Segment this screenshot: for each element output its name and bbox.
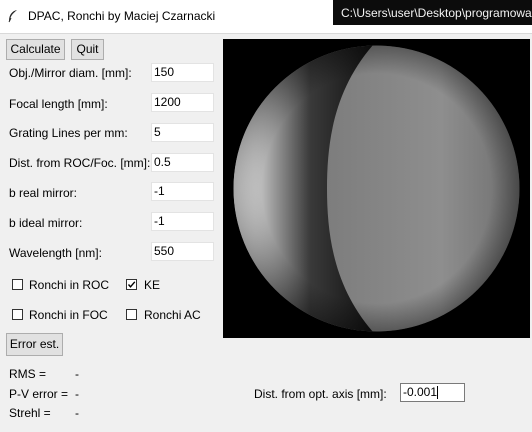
ronchi-roc-label: Ronchi in ROC <box>29 278 110 292</box>
error-estimate-button[interactable]: Error est. <box>6 333 63 356</box>
grating-lines-label: Grating Lines per mm: <box>9 126 128 140</box>
mirror-diameter-input[interactable]: 150 <box>151 63 214 82</box>
axis-distance-value: -0.001 <box>403 385 438 399</box>
ronchi-ac-checkbox[interactable] <box>126 309 137 320</box>
ronchigram-image <box>223 39 530 338</box>
ke-label: KE <box>144 278 161 292</box>
focal-length-input[interactable]: 1200 <box>151 93 214 112</box>
text-caret <box>437 386 439 400</box>
ronchigram-canvas <box>223 39 530 338</box>
pv-error-value: - <box>75 387 79 401</box>
roc-distance-input[interactable]: 0.5 <box>151 153 214 172</box>
strehl-label: Strehl = <box>9 406 51 420</box>
console-title-text: C:\Users\user\Desktop\programowa <box>341 6 532 20</box>
strehl-value: - <box>75 406 79 420</box>
rms-label: RMS = <box>9 367 47 381</box>
b-real-mirror-input[interactable]: -1 <box>151 182 214 201</box>
wavelength-input[interactable]: 550 <box>151 242 214 261</box>
calculate-button[interactable]: Calculate <box>6 39 65 60</box>
rms-value: - <box>75 367 79 381</box>
window-title: DPAC, Ronchi by Maciej Czarnacki <box>28 9 216 23</box>
mirror-diameter-label: Obj./Mirror diam. [mm]: <box>9 66 132 80</box>
console-window-title[interactable]: C:\Users\user\Desktop\programowa <box>333 0 532 25</box>
wavelength-label: Wavelength [nm]: <box>9 246 102 260</box>
grating-lines-input[interactable]: 5 <box>151 123 214 142</box>
b-ideal-mirror-label: b ideal mirror: <box>9 216 83 230</box>
b-ideal-mirror-input[interactable]: -1 <box>151 212 214 231</box>
b-real-mirror-label: b real mirror: <box>9 186 78 200</box>
ke-checkbox[interactable] <box>126 279 137 290</box>
ronchi-foc-checkbox[interactable] <box>12 309 23 320</box>
ronchi-roc-checkbox[interactable] <box>12 279 23 290</box>
axis-distance-label: Dist. from opt. axis [mm]: <box>254 387 387 401</box>
ronchi-foc-label: Ronchi in FOC <box>29 308 108 322</box>
ronchi-ac-label: Ronchi AC <box>144 308 201 322</box>
feather-icon <box>8 10 17 23</box>
quit-button[interactable]: Quit <box>71 39 104 60</box>
focal-length-label: Focal length [mm]: <box>9 97 108 111</box>
checkmark-icon <box>127 281 136 288</box>
axis-distance-input[interactable]: -0.001 <box>400 383 465 402</box>
roc-distance-label: Dist. from ROC/Foc. [mm]: <box>9 156 151 170</box>
pv-error-label: P-V error = <box>9 387 69 401</box>
